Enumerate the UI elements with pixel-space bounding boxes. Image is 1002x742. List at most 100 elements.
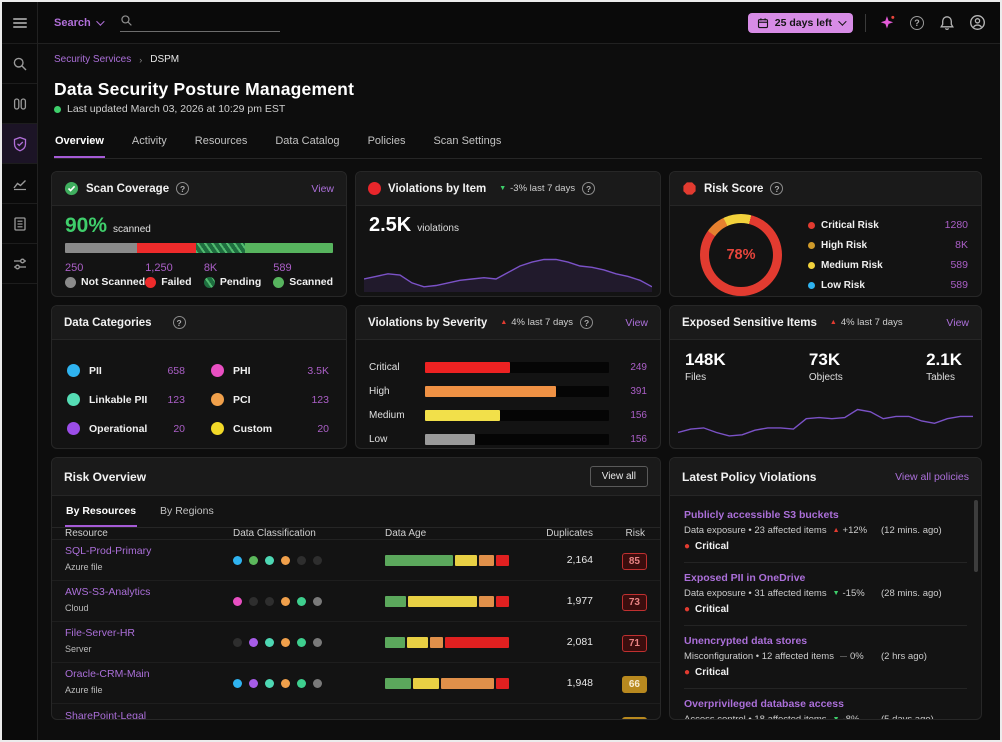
policy-link[interactable]: Exposed PII in OneDrive	[684, 572, 967, 584]
policy-violations-list: Publicly accessible S3 bucketsData expos…	[670, 496, 981, 720]
card-title: Latest Policy Violations	[682, 470, 816, 484]
sidebar-item-search[interactable]	[2, 44, 37, 84]
policy-violation-item: Publicly accessible S3 bucketsData expos…	[684, 500, 967, 563]
violations-by-severity-card: Violations by Severity ▲ 4% last 7 days …	[355, 305, 661, 449]
sidebar-item-inventory[interactable]	[2, 204, 37, 244]
account-button[interactable]	[968, 14, 986, 32]
category-value: 20	[317, 423, 329, 435]
scrollbar-thumb[interactable]	[974, 500, 978, 572]
binoculars-icon	[12, 96, 28, 112]
legend-dot-icon	[808, 222, 815, 229]
view-all-policies-link[interactable]: View all policies	[895, 471, 969, 483]
category-dot-icon	[211, 422, 224, 435]
classification-dot-icon	[297, 638, 306, 647]
classification-dot-icon	[297, 597, 306, 606]
stat-files: 148KFiles	[685, 350, 726, 383]
age-segment	[385, 555, 453, 566]
classification-dot-icon	[297, 556, 306, 565]
legend-value: 1280	[945, 219, 968, 231]
resource-link[interactable]: Oracle-CRM-Main	[65, 668, 233, 680]
resource-link[interactable]: File-Server-HR	[65, 627, 233, 639]
global-search[interactable]	[120, 14, 280, 32]
view-link[interactable]: View	[946, 317, 969, 329]
col-resource: Resource	[65, 528, 233, 539]
severity-indicator: ●Critical	[684, 604, 967, 615]
legend-label: Low Risk	[821, 280, 865, 291]
legend-value: 589	[273, 262, 333, 274]
scan-coverage-card: Scan Coverage ? View 90% scanned	[51, 171, 347, 297]
policy-meta: Access control • 18 affected items▼-8%(5…	[684, 714, 967, 720]
policy-link[interactable]: Unencrypted data stores	[684, 635, 967, 647]
bar-segment-scanned	[245, 243, 333, 253]
age-segment	[407, 637, 428, 648]
age-segment	[385, 678, 411, 689]
topbar: Search 25 days left ?	[38, 2, 1000, 44]
severity-label: Critical	[695, 667, 729, 678]
search-input[interactable]	[140, 14, 270, 26]
help-button[interactable]: ?	[908, 14, 926, 32]
severity-label: Critical	[695, 541, 729, 552]
chevron-down-icon	[838, 17, 846, 25]
severity-icon: ●	[684, 604, 690, 615]
resource-link[interactable]: AWS-S3-Analytics	[65, 586, 233, 598]
notifications-button[interactable]	[938, 14, 956, 32]
view-link[interactable]: View	[625, 317, 648, 329]
trial-days-badge[interactable]: 25 days left	[748, 13, 853, 33]
duplicates-value: 1,977	[527, 595, 601, 607]
sidebar-item-settings[interactable]	[2, 244, 37, 284]
age-segment	[482, 719, 509, 720]
legend-label: Not Scanned	[81, 276, 145, 288]
age-segment	[430, 637, 443, 648]
search-scope-dropdown[interactable]: Search	[54, 17, 102, 29]
help-icon[interactable]: ?	[582, 182, 595, 195]
hamburger-icon	[13, 18, 27, 28]
resource-link[interactable]: SQL-Prod-Primary	[65, 545, 233, 557]
severity-track	[425, 434, 609, 445]
category-label: Operational	[89, 423, 147, 435]
violations-by-item-card: Violations by Item ▼ -3% last 7 days ? 2…	[355, 171, 661, 297]
severity-track	[425, 410, 609, 421]
policy-link[interactable]: Overprivileged database access	[684, 698, 967, 710]
breadcrumb-parent-link[interactable]: Security Services	[54, 54, 131, 65]
sidebar-item-analytics[interactable]	[2, 164, 37, 204]
sidebar-item-discover[interactable]	[2, 84, 37, 124]
help-icon[interactable]: ?	[176, 182, 189, 195]
data-age-bar	[385, 555, 527, 566]
tab-data-catalog[interactable]: Data Catalog	[274, 129, 340, 158]
help-icon[interactable]: ?	[580, 316, 593, 329]
tab-by-regions[interactable]: By Regions	[159, 496, 215, 527]
view-link[interactable]: View	[311, 183, 334, 195]
classification-dot-icon	[233, 597, 242, 606]
card-title: Risk Overview	[64, 470, 146, 484]
help-icon[interactable]: ?	[770, 182, 783, 195]
sidebar-item-security-posture[interactable]	[2, 124, 37, 164]
stat-label: Files	[685, 372, 726, 383]
risk-score-card: Risk Score ? 78% Critical Risk 1280	[669, 171, 982, 297]
menu-button[interactable]	[2, 2, 37, 44]
tab-scan-settings[interactable]: Scan Settings	[432, 129, 502, 158]
resource-link[interactable]: SharePoint-Legal	[65, 710, 233, 721]
help-icon[interactable]: ?	[173, 316, 186, 329]
age-segment	[385, 719, 453, 720]
category-label: PHI	[233, 365, 251, 377]
legend-value: 589	[950, 279, 968, 291]
view-all-button[interactable]: View all	[590, 466, 648, 487]
card-title: Exposed Sensitive Items	[682, 317, 817, 329]
policy-meta: Misconfiguration • 12 affected items—0%(…	[684, 651, 967, 662]
breadcrumb-current: DSPM	[150, 54, 179, 65]
delta-text: 4% last 7 days	[511, 317, 573, 328]
tab-policies[interactable]: Policies	[367, 129, 407, 158]
tab-activity[interactable]: Activity	[131, 129, 168, 158]
stat-label: Tables	[926, 372, 962, 383]
data-age-bar	[385, 596, 527, 607]
category-dot-icon	[67, 393, 80, 406]
scan-legend: 250 Not Scanned 1,250 Failed 8K Pending	[65, 262, 333, 288]
tab-overview[interactable]: Overview	[54, 129, 105, 158]
bar-segment-failed	[137, 243, 196, 253]
legend-label: Failed	[161, 276, 191, 288]
policy-link[interactable]: Publicly accessible S3 buckets	[684, 509, 967, 521]
resource-type: Azure file	[65, 562, 103, 572]
tab-by-resources[interactable]: By Resources	[65, 496, 137, 527]
ai-assistant-button[interactable]	[878, 14, 896, 32]
tab-resources[interactable]: Resources	[194, 129, 249, 158]
